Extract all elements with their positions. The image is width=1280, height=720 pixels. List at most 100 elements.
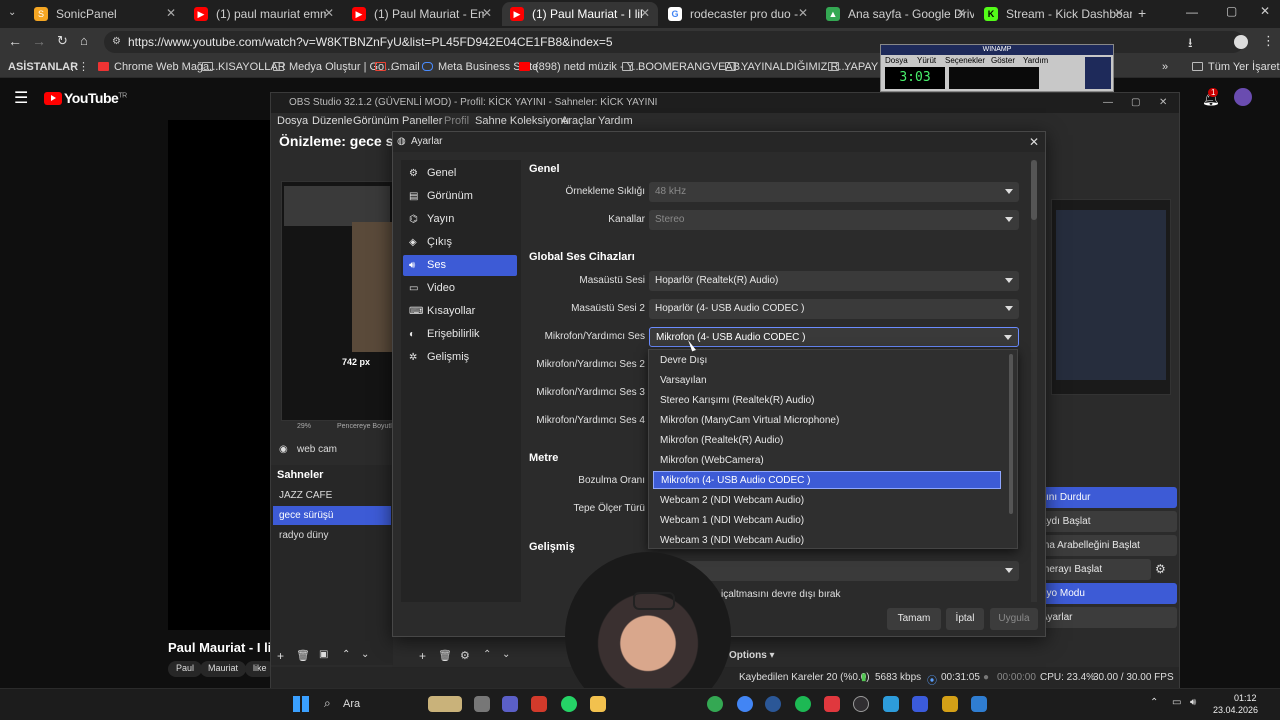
app-diamond-icon[interactable] [912, 696, 928, 712]
winamp-menu-goster[interactable]: Göster [991, 56, 1015, 65]
sample-rate-select[interactable]: 48 kHz [649, 182, 1019, 202]
video-tag[interactable]: Mauriat [200, 661, 247, 677]
menu-paneller[interactable]: Paneller [402, 115, 442, 127]
video-player[interactable] [168, 120, 270, 630]
desktop-audio-select[interactable]: Hoparlör (Realtek(R) Audio) [649, 271, 1019, 291]
tab-close-icon[interactable]: ✕ [1114, 6, 1124, 20]
search-highlight-icon[interactable] [428, 696, 462, 712]
volume-icon[interactable]: 🔊︎ [1190, 697, 1196, 708]
mic-aux-select[interactable]: Mikrofon (4- USB Audio CODEC ) [649, 327, 1019, 347]
winamp-menu-yardim[interactable]: Yardım [1023, 56, 1048, 65]
scene-up-icon[interactable]: ⌃ [342, 649, 350, 660]
dropdown-option[interactable]: Webcam 2 (NDI Webcam Audio) [653, 492, 1001, 510]
menu-yardim[interactable]: Yardım [598, 115, 633, 127]
video-tag[interactable]: Paul [168, 661, 203, 677]
tab-close-icon[interactable]: ✕ [482, 6, 492, 20]
nav-item-gorunum[interactable]: ▤ Görünüm [403, 186, 517, 207]
profile-avatar[interactable] [1234, 35, 1248, 49]
tab-close-icon[interactable]: ✕ [166, 6, 176, 20]
source-up-icon[interactable]: ⌃ [483, 649, 491, 660]
minimize-window-icon[interactable]: — [1186, 5, 1198, 19]
tab-sonicpanel[interactable]: S SonicPanel ✕ [26, 2, 184, 26]
source-settings-icon[interactable]: ⚙ [460, 649, 470, 662]
taskbar-search-icon[interactable]: ⌕ [324, 696, 331, 711]
nav-item-genel[interactable]: ⚙ Genel [403, 163, 517, 184]
virtual-camera-settings-icon[interactable]: ⚙ [1155, 562, 1166, 576]
network-icon[interactable]: ▭ [1172, 697, 1181, 708]
dropdown-option[interactable]: Webcam 1 (NDI Webcam Audio) [653, 512, 1001, 530]
tray-expand-icon[interactable]: ⌃ [1150, 697, 1158, 708]
studio-mode-button[interactable]: dyo Modu [1031, 583, 1177, 604]
nav-item-erisebilirlik[interactable]: ◐ Erişebilirlik [403, 324, 517, 345]
task-view-icon[interactable] [474, 696, 490, 712]
menu-sahne-koleksiyonu[interactable]: Sahne Koleksiyonu [475, 115, 569, 127]
dropdown-option[interactable]: Varsayılan [653, 372, 1001, 390]
scrollbar-thumb[interactable] [1031, 160, 1037, 220]
dropdown-option[interactable]: Mikrofon (ManyCam Virtual Microphone) [653, 412, 1001, 430]
nav-item-gelismis[interactable]: ✲ Gelişmiş [403, 347, 517, 368]
remove-source-icon[interactable]: 🗑︎ [438, 649, 452, 662]
dropdown-option[interactable]: Devre Dışı [653, 352, 1001, 370]
taskbar-time[interactable]: 01:12 [1234, 693, 1257, 703]
dropdown-option[interactable]: Mikrofon (WebCamera) [653, 452, 1001, 470]
start-virtual-camera-button[interactable]: merayı Başlat [1031, 559, 1151, 580]
obs-close-icon[interactable]: ✕ [1159, 93, 1167, 113]
tab-close-icon[interactable]: ✕ [324, 6, 334, 20]
stop-stream-button[interactable]: yını Durdur [1031, 487, 1177, 508]
tab-close-icon[interactable]: ✕ [798, 6, 808, 20]
tab-search-icon[interactable]: ⌄ [8, 7, 16, 18]
dropdown-option[interactable]: Mikrofon (Realtek(R) Audio) [653, 432, 1001, 450]
apply-button[interactable]: Uygula [990, 608, 1038, 630]
tab-close-icon[interactable]: ✕ [956, 6, 966, 20]
whatsapp-icon[interactable] [561, 696, 577, 712]
spotify-icon[interactable] [795, 696, 811, 712]
dropdown-option-selected[interactable]: Mikrofon (4- USB Audio CODEC ) [653, 471, 1001, 489]
meet-icon[interactable] [502, 696, 518, 712]
menu-duzenle[interactable]: Düzenle [312, 115, 352, 127]
obs-maximize-icon[interactable]: ▢ [1131, 93, 1140, 113]
scene-down-icon[interactable]: ⌄ [361, 649, 369, 660]
ok-button[interactable]: Tamam [887, 608, 941, 630]
close-window-icon[interactable]: ✕ [1260, 4, 1270, 18]
chrome-icon[interactable] [707, 696, 723, 712]
tab-google-drive[interactable]: ▲ Ana sayfa - Google Drive ✕ [818, 2, 974, 26]
app-arrow-icon[interactable] [824, 696, 840, 712]
forward-icon[interactable]: → [32, 33, 46, 49]
browser-menu-icon[interactable]: ⋮ [1262, 33, 1275, 49]
menu-araclar[interactable]: Araçlar [561, 115, 596, 127]
dropdown-option[interactable]: Stereo Karışımı (Realtek(R) Audio) [653, 392, 1001, 410]
app-gold-icon[interactable] [942, 696, 958, 712]
disable-ducking-checkbox-label[interactable]: içaltmasını devre dışı bırak [721, 589, 841, 600]
download-icon[interactable]: ⭳ [1188, 34, 1193, 56]
chrome-profile-icon[interactable] [737, 696, 753, 712]
tab-close-icon[interactable]: ✕ [640, 6, 650, 20]
all-bookmarks[interactable]: Tüm Yer İşaretleri [1192, 59, 1280, 75]
bookmark-chrome-web-store[interactable]: Chrome Web Mağa... [98, 59, 218, 75]
app-teal-icon[interactable] [883, 696, 899, 712]
tab-youtube-1[interactable]: ▶ (1) paul mauriat emmanuelle - Y ✕ [186, 2, 342, 26]
nav-item-ses[interactable]: 🔊︎ Ses [403, 255, 517, 276]
desktop-audio-2-select[interactable]: Hoparlör (4- USB Audio CODEC ) [649, 299, 1019, 319]
tab-kick[interactable]: K Stream - Kick Dashboard ✕ [976, 2, 1132, 26]
zoom-level[interactable]: 29% [297, 423, 311, 430]
channels-select[interactable]: Stereo [649, 210, 1019, 230]
obs-minimize-icon[interactable]: — [1103, 93, 1113, 113]
remove-scene-icon[interactable]: 🗑︎ [296, 649, 310, 662]
nav-item-video[interactable]: ▭ Video [403, 278, 517, 299]
start-replay-buffer-button[interactable]: ma Arabelleğini Başlat [1031, 535, 1177, 556]
menu-profil[interactable]: Profil [444, 115, 469, 127]
obs-icon[interactable] [853, 696, 869, 712]
add-scene-icon[interactable]: + [277, 649, 284, 663]
windows-start-icon[interactable] [293, 696, 309, 712]
winamp-menu-secenekler[interactable]: Seçenekler [945, 56, 985, 65]
nav-item-yayin[interactable]: ⌬ Yayın [403, 209, 517, 230]
new-tab-icon[interactable]: + [1138, 5, 1146, 21]
home-icon[interactable]: ⌂ [80, 33, 88, 48]
app-monitor-icon[interactable] [971, 696, 987, 712]
settings-scrollbar[interactable] [1031, 160, 1037, 602]
source-name[interactable]: web cam [297, 444, 337, 455]
scene-item[interactable]: JAZZ CAFE [273, 486, 391, 505]
youtube-logo[interactable]: YouTubeTR [44, 90, 127, 106]
back-icon[interactable]: ← [8, 33, 22, 49]
avatar[interactable] [1234, 88, 1252, 106]
